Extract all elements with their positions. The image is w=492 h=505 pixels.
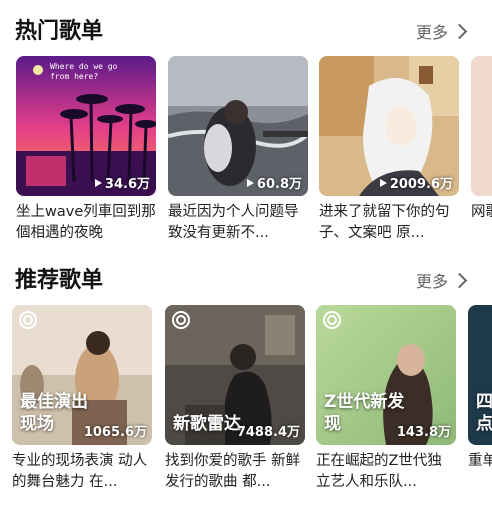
play-icon — [379, 178, 387, 187]
netease-logo-icon — [19, 311, 37, 329]
playlist-card[interactable]: 最佳演出现场 1065.6万 专业的现场表演 动人的舞台魅力 在... — [12, 305, 152, 493]
playlist-card[interactable]: 2009.6万 进来了就留下你的句子、文案吧 原... — [319, 56, 459, 244]
netease-logo-icon — [323, 311, 341, 329]
playlist-card[interactable]: 网歌 — [471, 56, 492, 223]
playlist-cover[interactable]: Where do we go from here? 34.6万 — [16, 56, 156, 196]
playlist-card[interactable]: 四点 重单 — [468, 305, 492, 472]
playlist-caption: 坐上wave列車回到那個相遇的夜晚 — [16, 204, 156, 241]
playlist-cover[interactable]: 最佳演出现场 1065.6万 — [12, 305, 152, 445]
playlist-card[interactable]: Where do we go from here? 34.6万 坐上wave列車… — [16, 56, 156, 244]
playlist-caption: 找到你爱的歌手 新鲜发行的歌曲 都... — [165, 453, 301, 490]
chevron-right-icon — [451, 272, 468, 288]
playlist-cover[interactable]: 2009.6万 — [319, 56, 459, 196]
hot-more-link[interactable]: 更多 — [415, 19, 468, 43]
playlist-caption: 进来了就留下你的句子、文案吧 原... — [319, 204, 450, 241]
hot-playlists-header: 热门歌单 更多 — [15, 13, 468, 47]
recommend-playlists-header: 推荐歌单 更多 — [15, 262, 468, 296]
more-label: 更多 — [415, 23, 448, 42]
playlist-caption: 重单 — [468, 453, 492, 469]
play-count: 2009.6万 — [379, 173, 453, 192]
recommend-more-link[interactable]: 更多 — [415, 268, 468, 292]
cover-art-text: Where do we go from here? — [50, 62, 118, 81]
playlist-card[interactable]: Z世代新发现 143.8万 正在崛起的Z世代独立艺人和乐队... — [316, 305, 456, 493]
cover-overlay-title: 四点 — [476, 392, 492, 434]
playlist-cover[interactable]: 四点 — [468, 305, 492, 445]
play-icon — [246, 178, 254, 187]
playlist-card[interactable]: 60.8万 最近因为个人问题导致没有更新不... — [168, 56, 308, 244]
playlist-caption: 网歌 — [471, 204, 492, 220]
play-count: 60.8万 — [246, 173, 302, 192]
playlist-cover[interactable]: 新歌雷达 7488.4万 — [165, 305, 305, 445]
playlist-card[interactable]: 新歌雷达 7488.4万 找到你爱的歌手 新鲜发行的歌曲 都... — [165, 305, 305, 493]
playlist-cover[interactable]: Z世代新发现 143.8万 — [316, 305, 456, 445]
playlist-caption: 专业的现场表演 动人的舞台魅力 在... — [12, 453, 148, 490]
chevron-right-icon — [451, 23, 468, 39]
play-count: 34.6万 — [94, 173, 150, 192]
playlist-cover[interactable] — [471, 56, 492, 196]
play-icon — [94, 178, 102, 187]
section-title-hot: 热门歌单 — [15, 19, 104, 44]
recommend-playlists-row: 最佳演出现场 1065.6万 专业的现场表演 动人的舞台魅力 在... 新歌雷达… — [12, 305, 492, 505]
playlist-caption: 最近因为个人问题导致没有更新不... — [168, 204, 299, 241]
playlist-caption: 正在崛起的Z世代独立艺人和乐队... — [316, 453, 442, 490]
play-count: 1065.6万 — [83, 425, 147, 440]
playlist-cover[interactable]: 60.8万 — [168, 56, 308, 196]
section-title-recommend: 推荐歌单 — [15, 268, 104, 293]
play-count: 7488.4万 — [236, 425, 300, 440]
hot-playlists-row: Where do we go from here? 34.6万 坐上wave列車… — [16, 56, 492, 256]
play-count: 143.8万 — [396, 425, 451, 440]
netease-logo-icon — [172, 311, 190, 329]
cover-image — [471, 56, 492, 196]
more-label: 更多 — [415, 272, 448, 291]
